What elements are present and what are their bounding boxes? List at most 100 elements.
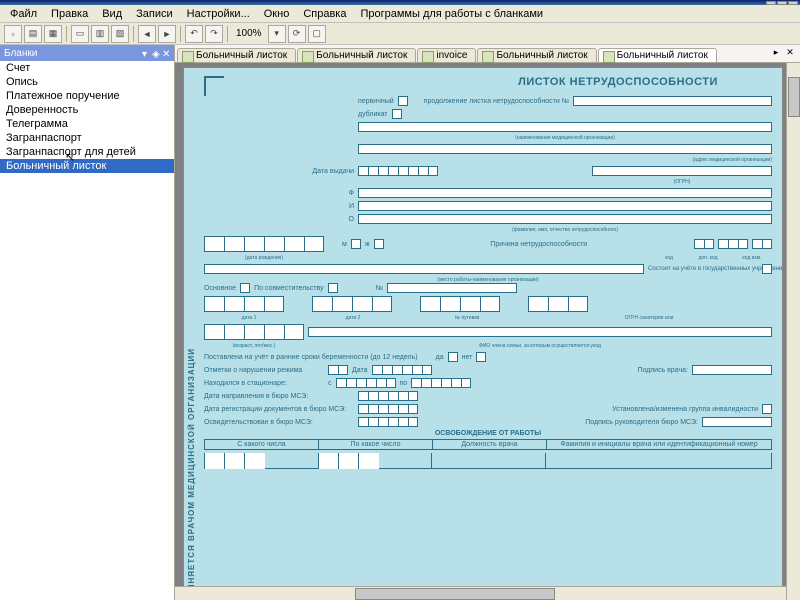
- input-hosp-to[interactable]: [411, 378, 471, 388]
- redo-icon[interactable]: ↷: [205, 25, 223, 43]
- input-surname[interactable]: [358, 188, 772, 198]
- form-page: ЛНЯЕТСЯ ВРАЧОМ МЕДИЦИНСКОЙ ОРГАНИЗАЦИИ Л…: [183, 67, 783, 597]
- checkbox-no[interactable]: [476, 352, 486, 362]
- maximize-button[interactable]: [777, 1, 787, 5]
- next-icon[interactable]: ►: [158, 25, 176, 43]
- sidebar-item[interactable]: Опись: [0, 75, 174, 89]
- label-to: по: [400, 380, 408, 387]
- input-voucher[interactable]: [420, 296, 500, 312]
- refresh-icon[interactable]: ⟳: [288, 25, 306, 43]
- input-ogrn-san[interactable]: [528, 296, 588, 312]
- input-continuation-num[interactable]: [573, 96, 772, 106]
- input-change-code[interactable]: [752, 239, 772, 249]
- zoom-value[interactable]: 100%: [232, 28, 266, 39]
- save-icon[interactable]: ▦: [44, 25, 62, 43]
- scrollbar-vertical[interactable]: [786, 63, 800, 600]
- input-mse-head[interactable]: [702, 417, 772, 427]
- sidebar-item[interactable]: Платежное поручение: [0, 89, 174, 103]
- checkbox-primary[interactable]: [398, 96, 408, 106]
- input-org[interactable]: [358, 122, 772, 132]
- sidebar-item[interactable]: Телеграмма: [0, 117, 174, 131]
- sidebar-item[interactable]: Загранпаспорт для детей: [0, 145, 174, 159]
- checkbox-m[interactable]: [351, 239, 361, 249]
- paste-icon[interactable]: ▧: [111, 25, 129, 43]
- checkbox-registered[interactable]: [762, 264, 772, 274]
- menu-edit[interactable]: Правка: [45, 6, 94, 22]
- hint-voucher: № путевки: [412, 315, 522, 321]
- document-tab[interactable]: Больничный листок: [477, 48, 596, 62]
- col-to: По какое число: [319, 439, 433, 450]
- document-canvas[interactable]: ЛНЯЕТСЯ ВРАЧОМ МЕДИЦИНСКОЙ ОРГАНИЗАЦИИ Л…: [175, 63, 800, 600]
- input-num[interactable]: [387, 283, 517, 293]
- label-f: Ф: [349, 190, 354, 197]
- input-viol-code[interactable]: [328, 365, 348, 375]
- menu-settings[interactable]: Настройки...: [181, 6, 256, 22]
- cell-doctor[interactable]: [546, 453, 772, 469]
- menu-window[interactable]: Окно: [258, 6, 296, 22]
- input-mse-reg[interactable]: [358, 404, 418, 414]
- hint-fio: (фамилия, имя, отчество нетрудоспособног…: [358, 227, 772, 233]
- checkbox-zh[interactable]: [374, 239, 384, 249]
- document-tab[interactable]: Больничный листок: [297, 48, 416, 62]
- input-date-issue[interactable]: [358, 166, 438, 176]
- undo-icon[interactable]: ↶: [185, 25, 203, 43]
- input-mse-dir[interactable]: [358, 391, 418, 401]
- input-care-age[interactable]: [204, 324, 304, 340]
- checkbox-yes[interactable]: [448, 352, 458, 362]
- checkbox-main[interactable]: [240, 283, 250, 293]
- new-icon[interactable]: ▫: [4, 25, 22, 43]
- input-addr[interactable]: [358, 144, 772, 154]
- document-tab[interactable]: invoice: [417, 48, 476, 62]
- menu-programs[interactable]: Программы для работы с бланками: [354, 6, 549, 22]
- sidebar-item[interactable]: Загранпаспорт: [0, 131, 174, 145]
- prev-icon[interactable]: ◄: [138, 25, 156, 43]
- hint-code: код: [654, 255, 684, 261]
- label-mse-reg: Дата регистрации документов в бюро МСЭ:: [204, 406, 354, 413]
- label-registered: Состоит на учёте в государственных учреж…: [648, 266, 758, 272]
- fit-icon[interactable]: ▢: [308, 25, 326, 43]
- scrollbar-horizontal[interactable]: [175, 586, 786, 600]
- sidebar-pin-icon[interactable]: ◈: [152, 49, 160, 57]
- input-care-fio[interactable]: [308, 327, 772, 337]
- menu-view[interactable]: Вид: [96, 6, 128, 22]
- input-date1[interactable]: [204, 296, 284, 312]
- document-tab[interactable]: Больничный листок: [598, 48, 717, 62]
- tab-bar: Больничный листокБольничный листокinvoic…: [175, 45, 800, 63]
- input-ogrn[interactable]: [592, 166, 772, 176]
- sidebar-min-icon[interactable]: ▾: [142, 49, 150, 57]
- zoom-dropdown-icon[interactable]: ▾: [268, 25, 286, 43]
- input-dob[interactable]: [204, 236, 324, 252]
- input-name[interactable]: [358, 201, 772, 211]
- tab-close-icon[interactable]: ✕: [784, 47, 796, 59]
- label-duplicate: дубликат: [358, 111, 388, 118]
- tab-nav-icon[interactable]: ▸: [770, 47, 782, 59]
- print-icon[interactable]: ▭: [71, 25, 89, 43]
- menu-help[interactable]: Справка: [297, 6, 352, 22]
- copy-icon[interactable]: ▥: [91, 25, 109, 43]
- sidebar-item[interactable]: Больничный листок: [0, 159, 174, 173]
- sidebar-item[interactable]: Счет: [0, 61, 174, 75]
- input-mse-exam[interactable]: [358, 417, 418, 427]
- cell-pos[interactable]: [432, 453, 546, 469]
- close-button[interactable]: [788, 1, 798, 5]
- input-reason-code[interactable]: [694, 239, 714, 249]
- input-workplace[interactable]: [204, 264, 644, 274]
- input-hosp-from[interactable]: [336, 378, 396, 388]
- sidebar-close-icon[interactable]: ✕: [162, 49, 170, 57]
- hint-care: (возраст, лет/мес.): [204, 343, 304, 349]
- input-disability[interactable]: [762, 404, 772, 414]
- input-viol-date[interactable]: [372, 365, 432, 375]
- checkbox-combo[interactable]: [328, 283, 338, 293]
- input-date2[interactable]: [312, 296, 392, 312]
- input-add-code[interactable]: [718, 239, 748, 249]
- open-icon[interactable]: ▤: [24, 25, 42, 43]
- checkbox-duplicate[interactable]: [392, 109, 402, 119]
- menu-file[interactable]: Файл: [4, 6, 43, 22]
- minimize-button[interactable]: [766, 1, 776, 5]
- sidebar-item[interactable]: Доверенность: [0, 103, 174, 117]
- input-doctor-sign[interactable]: [692, 365, 772, 375]
- section-release: ОСВОБОЖДЕНИЕ ОТ РАБОТЫ: [204, 430, 772, 437]
- input-patronymic[interactable]: [358, 214, 772, 224]
- menu-records[interactable]: Записи: [130, 6, 179, 22]
- document-tab[interactable]: Больничный листок: [177, 48, 296, 62]
